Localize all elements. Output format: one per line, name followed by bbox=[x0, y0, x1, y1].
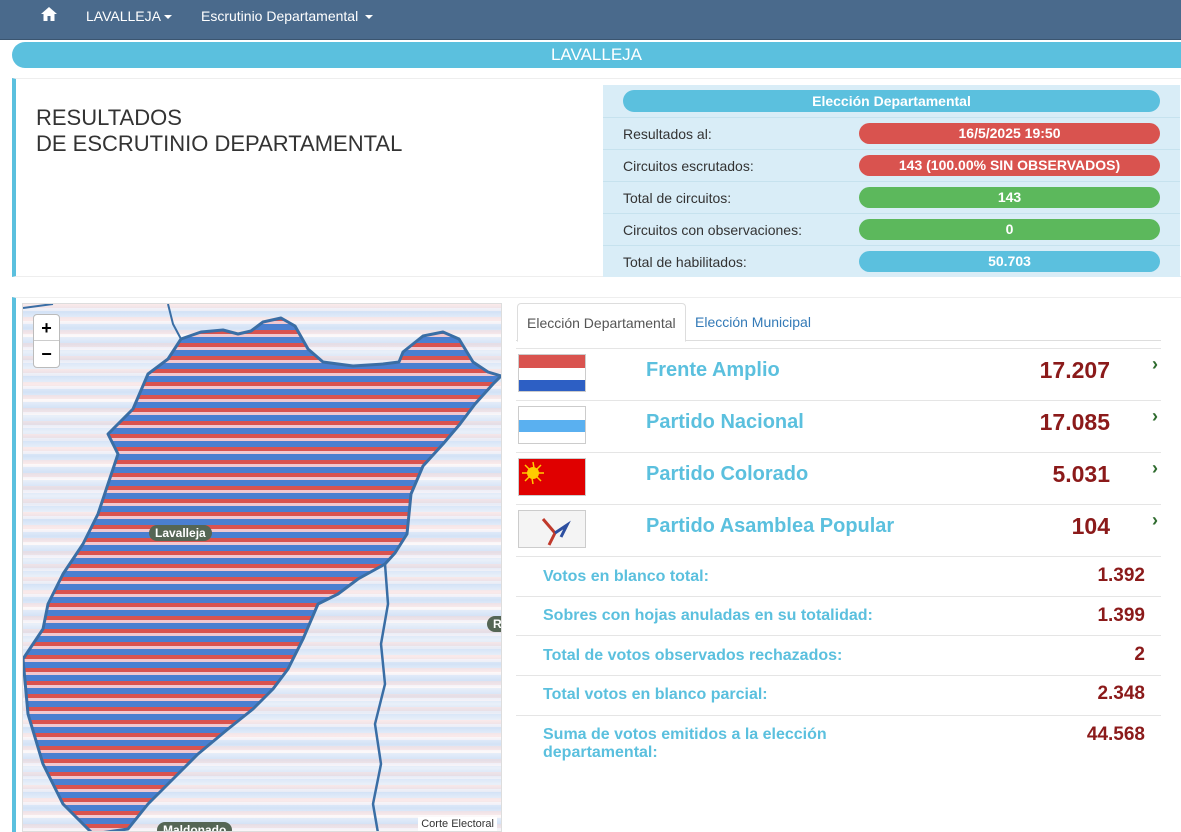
stat-label: Total votos en blanco parcial: bbox=[543, 686, 768, 703]
frente-amplio-flag-icon bbox=[518, 354, 586, 392]
summary-panel: RESULTADOS DE ESCRUTINIO DEPARTAMENTAL E… bbox=[12, 78, 1181, 277]
election-info-header: Elección Departamental bbox=[623, 90, 1160, 112]
info-value-badge: 143 (100.00% SIN OBSERVADOS) bbox=[859, 155, 1160, 176]
stat-value: 44.568 bbox=[1086, 724, 1145, 745]
tab-departamental[interactable]: Elección Departamental bbox=[517, 303, 686, 342]
party-name: Partido Asamblea Popular bbox=[646, 515, 895, 537]
party-row-frente-amplio[interactable]: Frente Amplio 17.207 › bbox=[516, 348, 1161, 400]
party-row-partido-colorado[interactable]: Partido Colorado 5.031 › bbox=[516, 452, 1161, 504]
asamblea-popular-flag-icon bbox=[518, 510, 586, 548]
party-name: Partido Nacional bbox=[646, 411, 804, 433]
page-title-line2: DE ESCRUTINIO DEPARTAMENTAL bbox=[36, 131, 403, 156]
scrutiny-menu[interactable]: Escrutinio Departamental bbox=[201, 8, 374, 24]
info-row-results-date: Resultados al: 16/5/2025 19:50 bbox=[603, 117, 1180, 149]
info-value-badge: 16/5/2025 19:50 bbox=[859, 123, 1160, 144]
stat-row-observed-rejected: Total de votos observados rechazados: 2 bbox=[516, 635, 1161, 675]
info-value-badge: 0 bbox=[859, 219, 1160, 240]
stat-value: 1.399 bbox=[1097, 605, 1145, 626]
zoom-control: + − bbox=[33, 314, 60, 368]
zoom-out-button[interactable]: − bbox=[34, 341, 59, 367]
chevron-right-icon[interactable]: › bbox=[1152, 458, 1158, 479]
party-row-asamblea-popular[interactable]: Partido Asamblea Popular 104 › bbox=[516, 504, 1161, 556]
stat-value: 2 bbox=[1134, 644, 1145, 665]
department-menu-label: LAVALLEJA bbox=[86, 8, 161, 24]
stat-label: Sobres con hojas anuladas en su totalida… bbox=[543, 607, 873, 624]
chevron-right-icon[interactable]: › bbox=[1152, 510, 1158, 531]
page-title-line1: RESULTADOS bbox=[36, 105, 182, 130]
party-votes: 5.031 bbox=[1052, 461, 1110, 487]
info-label: Total de circuitos: bbox=[623, 190, 732, 206]
party-name: Partido Colorado bbox=[646, 463, 809, 485]
stat-value: 2.348 bbox=[1097, 683, 1145, 704]
info-label: Circuitos con observaciones: bbox=[623, 222, 802, 238]
stat-row-annulled-envelopes: Sobres con hojas anuladas en su totalida… bbox=[516, 596, 1161, 635]
party-row-partido-nacional[interactable]: Partido Nacional 17.085 › bbox=[516, 400, 1161, 452]
department-map[interactable]: + − Lavalleja Maldonado R Corte Electora… bbox=[22, 303, 502, 832]
info-label: Resultados al: bbox=[623, 126, 712, 142]
chevron-right-icon[interactable]: › bbox=[1152, 354, 1158, 375]
info-row-total-circuits: Total de circuitos: 143 bbox=[603, 181, 1180, 213]
stat-value: 1.392 bbox=[1097, 565, 1145, 586]
stat-label: Total de votos observados rechazados: bbox=[543, 647, 843, 664]
page-title: RESULTADOS DE ESCRUTINIO DEPARTAMENTAL bbox=[36, 105, 402, 157]
map-attribution-link[interactable]: Corte Electoral bbox=[418, 817, 497, 831]
election-tabs: Elección Departamental Elección Municipa… bbox=[516, 303, 1161, 342]
zoom-in-button[interactable]: + bbox=[34, 315, 59, 341]
party-votes: 104 bbox=[1071, 513, 1110, 539]
partido-colorado-flag-icon bbox=[518, 458, 586, 496]
info-label: Total de habilitados: bbox=[623, 254, 747, 270]
info-label: Circuitos escrutados: bbox=[623, 158, 754, 174]
info-row-circuits-counted: Circuitos escrutados: 143 (100.00% SIN O… bbox=[603, 149, 1180, 181]
map-canvas[interactable] bbox=[23, 304, 502, 832]
partido-nacional-flag-icon bbox=[518, 406, 586, 444]
department-menu[interactable]: LAVALLEJA bbox=[86, 8, 172, 24]
scrutiny-menu-label: Escrutinio Departamental bbox=[201, 8, 359, 24]
map-label-rocha: R bbox=[487, 616, 501, 632]
map-label-maldonado: Maldonado bbox=[157, 822, 233, 831]
stat-label: Suma de votos emitidos a la elección dep… bbox=[543, 726, 827, 761]
party-name: Frente Amplio bbox=[646, 359, 780, 381]
stat-label: Votos en blanco total: bbox=[543, 568, 709, 585]
chevron-right-icon[interactable]: › bbox=[1152, 406, 1158, 427]
map-label-lavalleja: Lavalleja bbox=[149, 525, 212, 541]
tab-municipal[interactable]: Elección Municipal bbox=[686, 303, 820, 341]
party-votes: 17.085 bbox=[1039, 409, 1110, 435]
stat-row-total-emitted: Suma de votos emitidos a la elección dep… bbox=[516, 715, 1161, 775]
top-navbar: LAVALLEJA Escrutinio Departamental bbox=[0, 0, 1181, 40]
election-info-box: Elección Departamental Resultados al: 16… bbox=[603, 85, 1180, 277]
info-value-badge: 143 bbox=[859, 187, 1160, 208]
stat-row-partial-blank: Total votos en blanco parcial: 2.348 bbox=[516, 675, 1161, 715]
info-value-badge: 50.703 bbox=[859, 251, 1160, 272]
department-banner: LAVALLEJA bbox=[12, 42, 1181, 68]
caret-down-icon bbox=[365, 15, 374, 20]
party-votes: 17.207 bbox=[1039, 357, 1110, 383]
stat-row-blank-votes: Votos en blanco total: 1.392 bbox=[516, 556, 1161, 596]
info-row-total-enabled: Total de habilitados: 50.703 bbox=[603, 245, 1180, 277]
home-icon[interactable] bbox=[40, 5, 58, 23]
caret-down-icon bbox=[163, 15, 172, 20]
info-row-circuits-observed: Circuitos con observaciones: 0 bbox=[603, 213, 1180, 245]
